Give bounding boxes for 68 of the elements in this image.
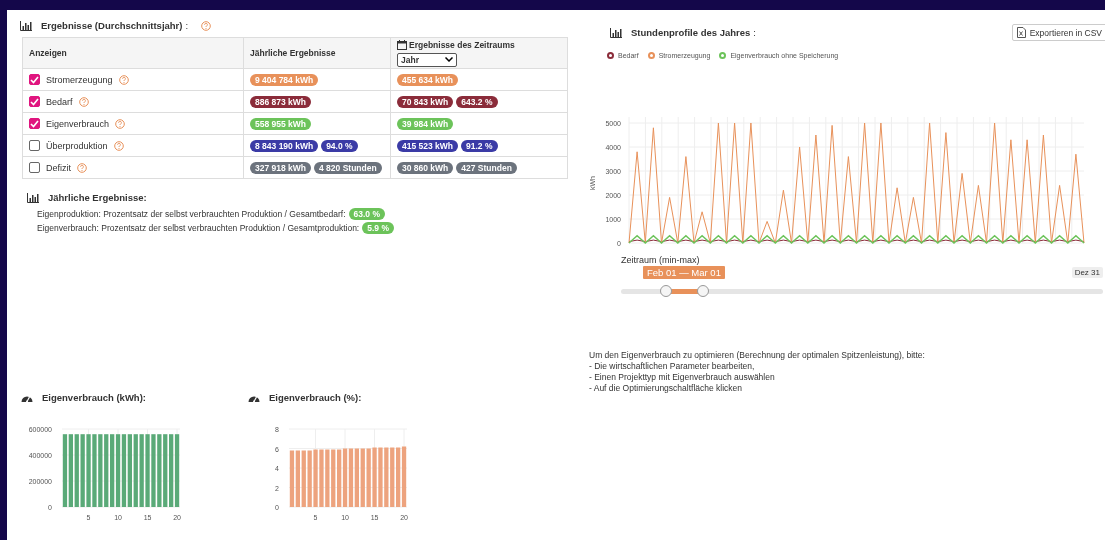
row-label: Eigenverbrauch [46,118,110,129]
bar-chart-icon [20,20,32,31]
help-icon [78,96,89,107]
hint-text: - Einen Projekttyp mit Eigenverbrauch auswählen [589,372,776,383]
value-badge: 886 873 kWh [250,95,312,108]
row-label: Überproduktion [46,140,108,151]
checkbox[interactable] [29,162,40,173]
column-header: Jährliche Ergebnisse [250,48,336,58]
hint-text: - Auf die Optimierungschaltfläche klicken [589,383,744,394]
checkbox[interactable] [29,96,40,107]
help-icon [201,20,212,31]
result-text: Eigenverbrauch: Prozentsatz der selbst verbrauchten Produktion / Gesamtproduktion: [37,223,360,233]
value-badge: 327 918 kWh [250,161,312,174]
slider-thumb[interactable] [660,285,673,297]
check-icon [30,75,39,84]
value-badge: 643.2 % [456,95,498,108]
value-badge: 4 820 Stunden [314,161,382,174]
help-icon [115,118,126,129]
range-label: Feb 01 — Mar 01 [643,266,725,279]
value-badge: 9 404 784 kWh [250,73,319,86]
column-header: Anzeigen [29,48,67,58]
value-badge: 30 860 kWh [397,161,454,174]
section-title: Ergebnisse (Durchschnittsjahr) [41,20,183,31]
legend-marker[interactable] [719,52,727,59]
hint-text: Um den Eigenverbrauch zu optimieren (Berechnung der optimalen Spitzenleistung), bitte: [589,350,926,361]
colon-text: : [185,20,189,31]
value-badge: 427 Stunden [456,161,517,174]
range-end-label: Dez 31 [1071,267,1103,278]
bar-chart-icon [27,192,39,203]
value-badge: 94.0 % [321,139,358,152]
help-icon [118,74,129,85]
value-badge: 8 843 190 kWh [250,139,319,152]
checkbox[interactable] [29,118,40,129]
value-badge: 91.2 % [461,139,498,152]
colon-text: : [753,27,756,38]
file-icon [1016,27,1026,38]
slider-thumb[interactable] [697,285,710,297]
help-icon [113,140,124,151]
section-title: Jährliche Ergebnisse: [48,192,147,203]
period-select[interactable]: Jahr [397,52,457,67]
value-badge: 5.9 % [362,222,394,234]
calendar-icon [397,39,407,50]
bar-chart-icon [610,27,622,38]
section-title: Stundenprofile des Jahres [631,27,751,38]
chart-title: Eigenverbrauch (%): [269,392,362,403]
value-badge: 63.0 % [348,208,385,220]
chevron-down-icon [445,57,453,62]
result-text: Eigenproduktion: Prozentsatz der selbst verbrauchten Produktion / Gesamtbedarf: [37,209,346,219]
legend-marker[interactable] [647,52,655,59]
check-icon [30,97,39,106]
value-badge: 558 955 kWh [250,117,312,130]
check-icon [30,119,39,128]
row-label: Defizit [46,162,71,173]
chart-title: Eigenverbrauch (kWh): [42,392,146,403]
legend-marker[interactable] [607,52,614,59]
export-button[interactable]: Exportieren in CSV [1011,24,1105,41]
checkbox[interactable] [29,74,40,85]
value-badge: 70 843 kWh [397,95,454,108]
value-badge: 39 984 kWh [397,117,454,130]
help-icon [77,162,87,173]
range-title: Zeitraum (min-max) [621,255,701,265]
value-badge: 455 634 kWh [397,73,459,86]
column-header: Ergebnisse des Zeitraums [409,39,515,50]
checkbox[interactable] [29,140,40,151]
row-label: Stromerzeugung [46,74,113,85]
hint-text: - Die wirtschaftlichen Parameter bearbeiten, [589,361,756,372]
row-label: Bedarf [46,96,73,107]
value-badge: 415 523 kWh [397,139,459,152]
